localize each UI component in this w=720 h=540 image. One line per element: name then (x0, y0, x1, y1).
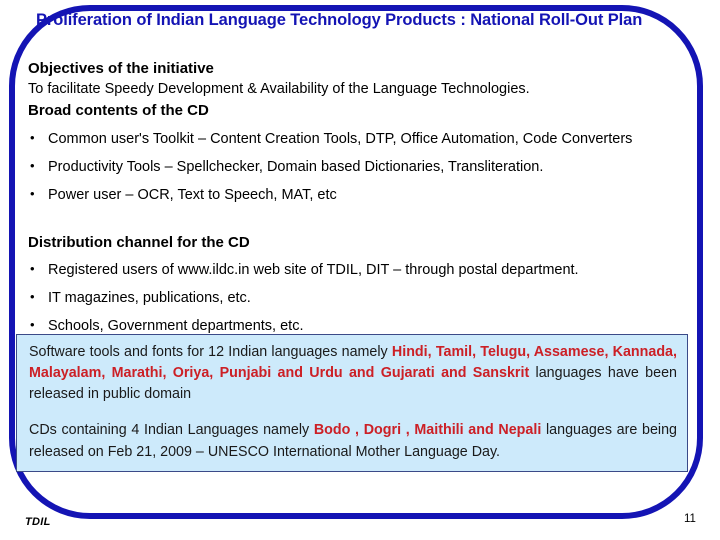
list-item: Productivity Tools – Spellchecker, Domai… (28, 157, 688, 178)
objectives-heading: Objectives of the initiative (28, 60, 214, 77)
list-item: Power user – OCR, Text to Speech, MAT, e… (28, 185, 688, 206)
distribution-heading: Distribution channel for the CD (28, 233, 250, 251)
slide-title: Proliferation of Indian Language Technol… (36, 11, 643, 29)
highlight-paragraph-2: CDs containing 4 Indian Languages namely… (29, 420, 677, 462)
highlight-2-languages: Bodo , Dogri , Maithili and Nepali (313, 422, 542, 439)
broad-contents-list: Common user's Toolkit – Content Creation… (28, 129, 688, 206)
slide: Proliferation of Indian Language Technol… (0, 0, 720, 540)
highlight-1-lead: Software tools and fonts for 12 Indian l… (29, 344, 392, 360)
distribution-list: Registered users of www.ildc.in web site… (28, 260, 688, 337)
list-item: IT magazines, publications, etc. (28, 288, 688, 309)
highlight-paragraph-1: Software tools and fonts for 12 Indian l… (29, 342, 677, 405)
slide-body: Objectives of the initiative To facilita… (28, 58, 688, 337)
highlight-2-lead: CDs containing 4 Indian Languages namely (29, 422, 314, 439)
footer-logo: TDIL (25, 516, 51, 528)
objectives-text: To facilitate Speedy Development & Avail… (28, 81, 530, 98)
list-item: Registered users of www.ildc.in web site… (28, 260, 688, 281)
broad-contents-heading: Broad contents of the CD (28, 102, 209, 120)
highlight-callout-box: Software tools and fonts for 12 Indian l… (16, 334, 688, 472)
page-number: 11 (684, 513, 696, 525)
list-item: Common user's Toolkit – Content Creation… (28, 129, 688, 150)
